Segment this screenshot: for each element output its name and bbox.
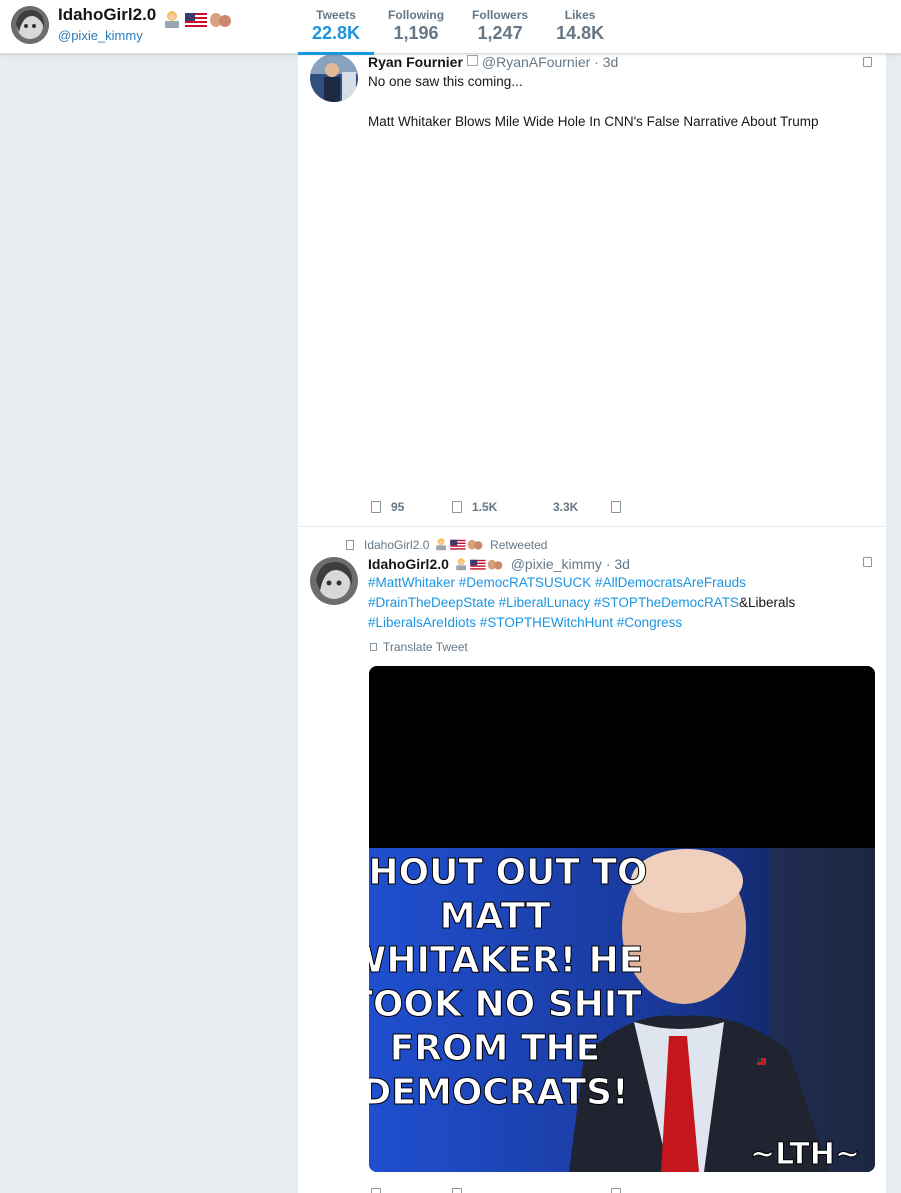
timeline: Ryan Fournier @RyanAFournier · 3d No one … [298, 54, 886, 1193]
like-button[interactable]: 3.3K [553, 500, 578, 514]
stat-tweets-value: 22.8K [312, 23, 361, 43]
stat-likes-value: 14.8K [556, 23, 605, 43]
tweet-ryan-fournier[interactable]: Ryan Fournier @RyanAFournier · 3d No one … [298, 54, 886, 527]
stat-followers[interactable]: Followers 1,247 [458, 0, 542, 54]
stat-tweets[interactable]: Tweets 22.8K [298, 0, 375, 55]
reply-icon [371, 501, 381, 513]
stat-likes[interactable]: Likes 14.8K [542, 0, 618, 54]
profile-top-bar: IdahoGirl2.0 @pixie_kimmy Tweets 22.8K F… [0, 0, 901, 55]
meme-line-5: FROM THE [390, 1028, 601, 1069]
tweet-avatar[interactable] [310, 557, 358, 605]
retweet-icon [452, 1188, 462, 1193]
retweet-icon [452, 501, 462, 513]
message-icon [611, 501, 621, 513]
reply-button[interactable]: 95 [371, 500, 404, 514]
meme-signature: ~LTH~ [750, 1137, 860, 1172]
meme-line-3: WHITAKER! HE [369, 940, 643, 981]
profile-emoji-group [163, 8, 235, 29]
retweet-count: 1.5K [472, 500, 498, 514]
verified-icon [466, 55, 478, 66]
hashtag-links[interactable]: #LiberalsAreIdiots #STOPTHEWitchHunt #Co… [368, 615, 682, 630]
stat-followers-value: 1,247 [477, 23, 523, 43]
tweet-time[interactable]: · 3d [594, 54, 618, 70]
tweet-author-handle[interactable]: @pixie_kimmy [511, 556, 602, 572]
right-gutter [886, 54, 901, 1193]
tweet-hashtags-line2: #DrainTheDeepState #LiberalLunacy #STOPT… [368, 593, 795, 613]
tweet-idahogirl[interactable]: IdahoGirl2.0 Retweeted IdahoGirl2.0 @pix… [298, 527, 886, 1193]
profile-stats-nav: Tweets 22.8K Following 1,196 Followers 1… [298, 0, 618, 55]
retweeted-by-name[interactable]: IdahoGirl2.0 [364, 538, 429, 552]
retweet-button[interactable]: 1.5K [452, 500, 497, 514]
tweet-text-line: No one saw this coming... [368, 74, 523, 89]
technologist-emoji-icon [164, 10, 179, 28]
profile-avatar[interactable] [11, 6, 49, 44]
retweeter-emoji-icon [435, 538, 483, 551]
stat-following[interactable]: Following 1,196 [374, 0, 458, 54]
tweet-menu-caret-icon[interactable] [863, 557, 872, 567]
retweeted-label: Retweeted [490, 538, 548, 552]
message-icon [611, 1188, 621, 1193]
hashtag-links[interactable]: #DrainTheDeepState #LiberalLunacy #STOPT… [368, 595, 739, 610]
stat-followers-label: Followers [472, 8, 529, 22]
tweet-time[interactable]: · 3d [606, 556, 630, 572]
stat-following-value: 1,196 [393, 23, 439, 43]
stat-following-label: Following [388, 8, 445, 22]
retweet-button[interactable] [452, 1187, 472, 1193]
meme-line-2: MATT [440, 896, 551, 937]
reply-icon [371, 1188, 381, 1193]
profile-handle[interactable]: @pixie_kimmy [58, 28, 143, 43]
tweet-hashtags-line1: #MattWhitaker #DemocRATSUSUCK #AllDemocr… [368, 573, 746, 593]
like-count: 3.3K [553, 500, 579, 514]
profile-name[interactable]: IdahoGirl2.0 [58, 5, 235, 29]
tweet-menu-caret-icon[interactable] [863, 57, 872, 67]
tweet-actions: 95 1.5K 3.3K [368, 500, 868, 520]
hands-emoji-icon [209, 12, 231, 27]
tweet-header: Ryan Fournier @RyanAFournier · 3d [368, 54, 618, 70]
tweet-hashtags-line3: #LiberalsAreIdiots #STOPTHEWitchHunt #Co… [368, 613, 682, 633]
tweet-avatar[interactable] [310, 54, 358, 102]
tweet-author-name[interactable]: Ryan Fournier [368, 54, 463, 70]
translate-label: Translate Tweet [383, 640, 468, 654]
tweet-author-handle[interactable]: @RyanAFournier [482, 54, 590, 70]
reply-button[interactable] [371, 1187, 391, 1193]
stat-likes-label: Likes [564, 8, 596, 22]
us-flag-emoji-icon [184, 12, 207, 27]
tweet-author-name[interactable]: IdahoGirl2.0 [368, 556, 449, 572]
tweet-actions [368, 1187, 868, 1193]
hashtag-links[interactable]: #MattWhitaker #DemocRATSUSUCK #AllDemocr… [368, 575, 746, 590]
reply-count: 95 [391, 500, 405, 514]
translate-tweet-link[interactable]: Translate Tweet [370, 640, 468, 654]
meme-line-1: SHOUT OUT TO [369, 852, 648, 893]
retweet-context: IdahoGirl2.0 Retweeted [346, 537, 547, 552]
profile-name-text: IdahoGirl2.0 [58, 5, 157, 24]
tweet-media-image[interactable]: SHOUT OUT TO MATT WHITAKER! HE TOOK NO S… [369, 666, 875, 1172]
meme-line-6: DEMOCRATS! [369, 1072, 629, 1113]
stat-tweets-label: Tweets [316, 8, 356, 22]
author-emoji-icon [456, 558, 503, 571]
meme-image: SHOUT OUT TO MATT WHITAKER! HE TOOK NO S… [369, 666, 875, 1172]
tweet-link-title[interactable]: Matt Whitaker Blows Mile Wide Hole In CN… [368, 112, 818, 132]
meme-line-4: TOOK NO SHIT [369, 984, 642, 1025]
tweet-header: IdahoGirl2.0 @pixie_kimmy · 3d [368, 556, 630, 572]
globe-icon [370, 643, 377, 651]
tweet-text-fragment: &Liberals [738, 595, 796, 610]
retweet-context-icon [346, 540, 354, 550]
message-button[interactable] [611, 1187, 631, 1193]
message-button[interactable] [611, 500, 631, 514]
